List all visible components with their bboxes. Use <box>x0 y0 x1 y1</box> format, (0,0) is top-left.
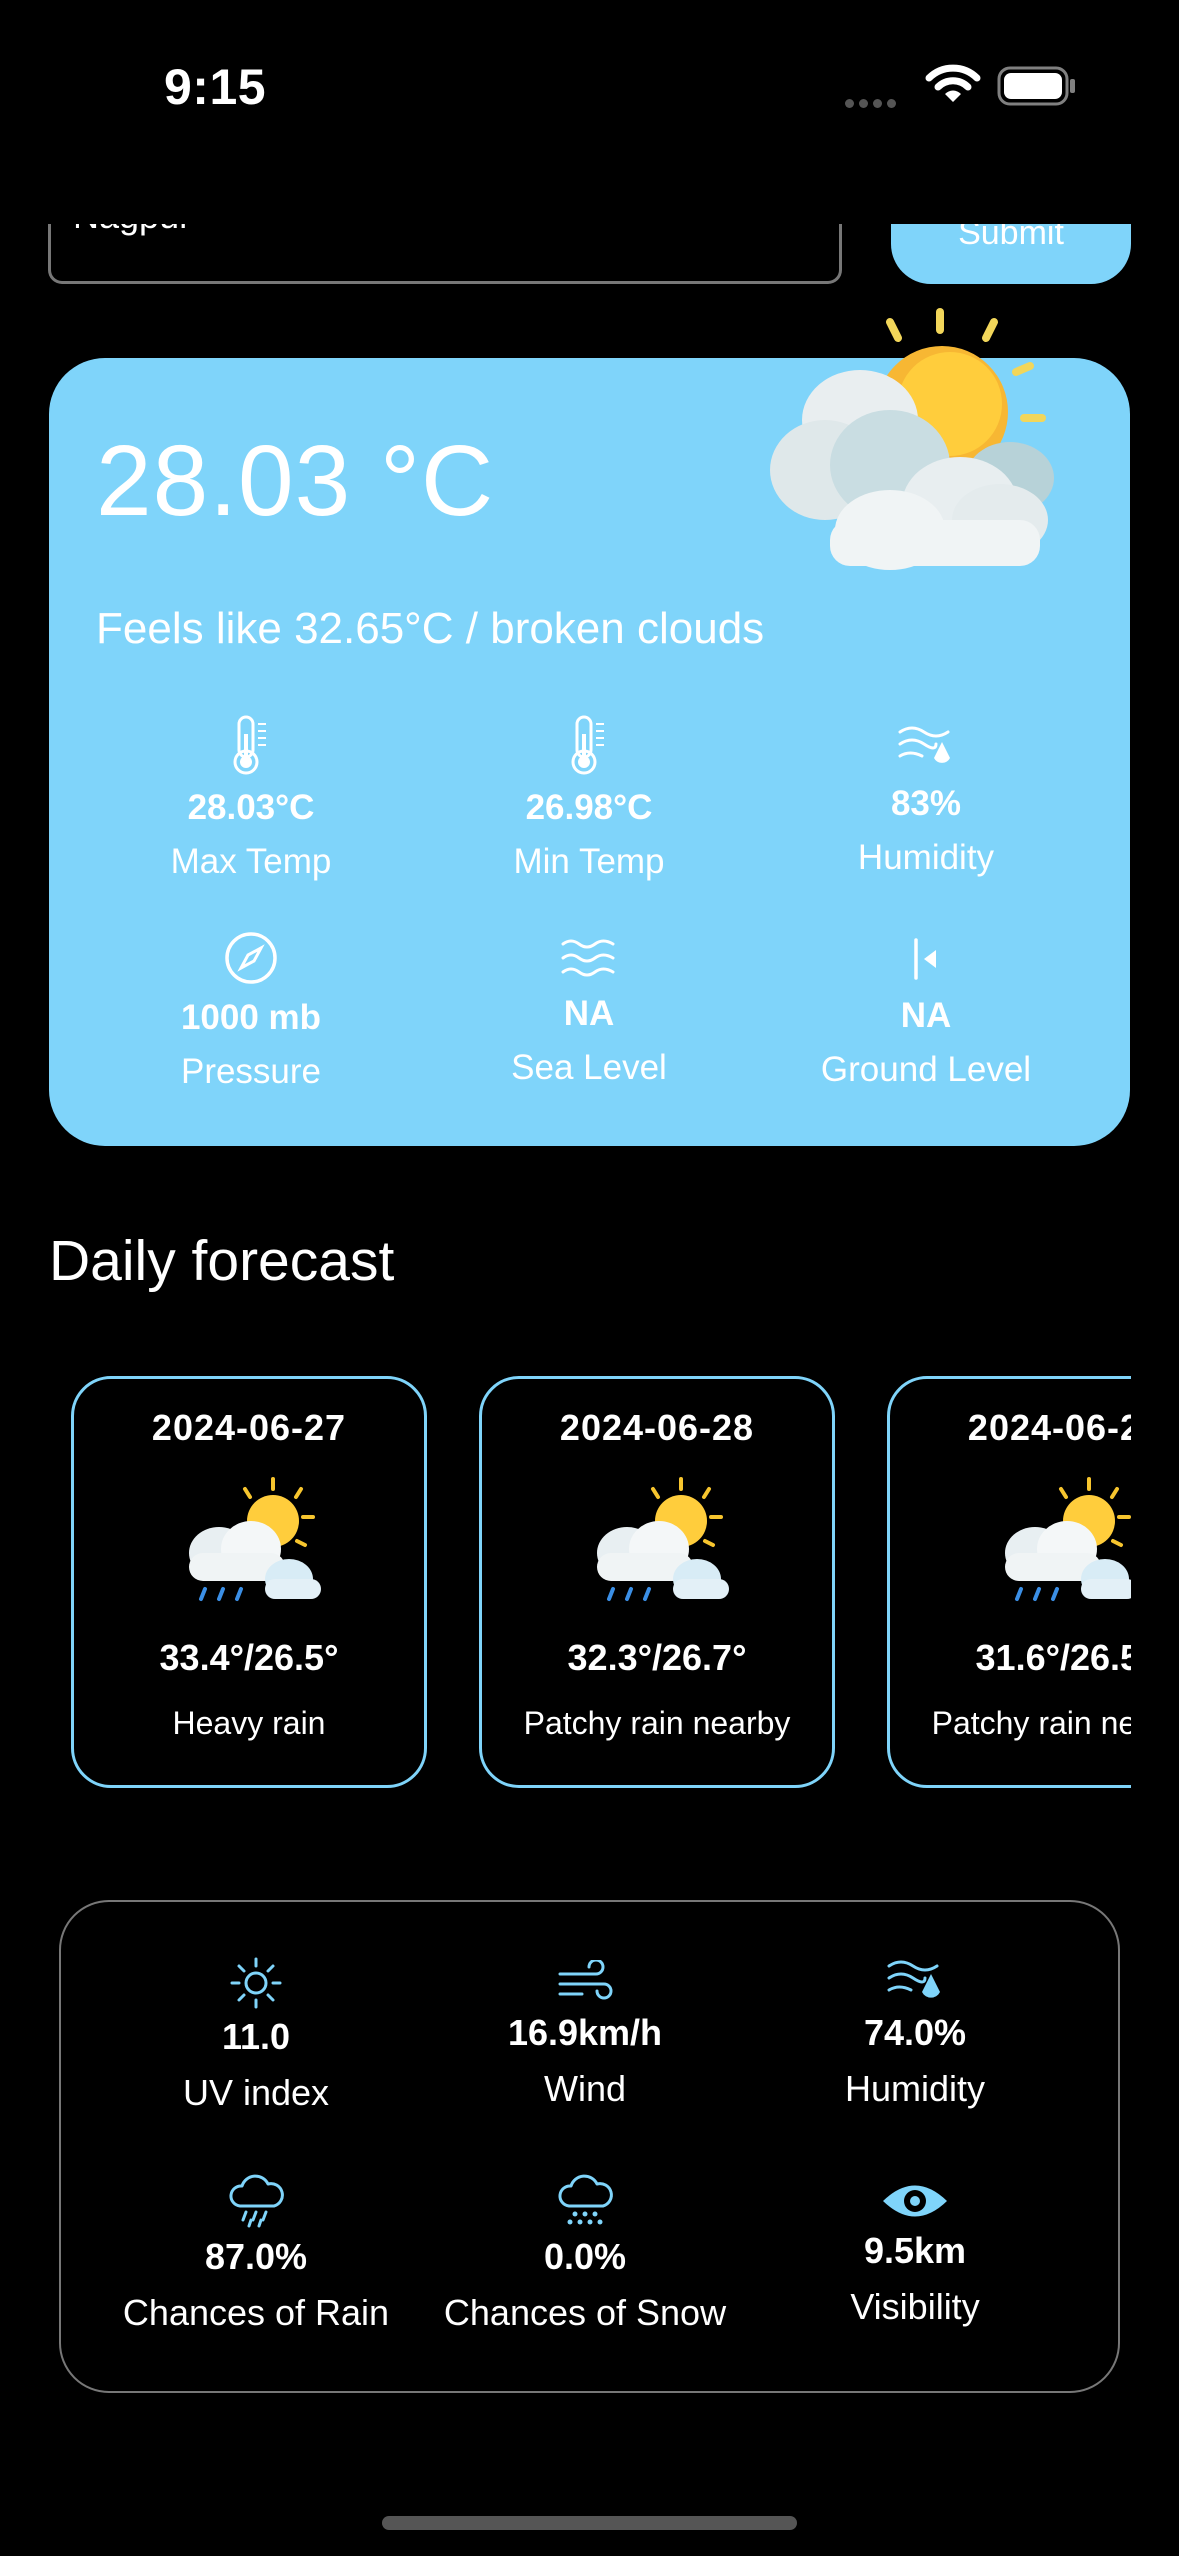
pressure-value: 1000 mb <box>180 998 322 1037</box>
pressure-label: Pressure <box>180 1052 322 1091</box>
visibility-label: Visibility <box>850 2286 980 2327</box>
humidity-label: Humidity <box>857 838 995 877</box>
chances-of-snow-detail: 0.0% Chances of Snow <box>420 2170 750 2334</box>
eye-icon <box>750 2164 1080 2224</box>
chances-of-snow-label: Chances of Snow <box>443 2292 727 2333</box>
ground-level-value: NA <box>900 996 952 1035</box>
forecast-date: 2024-06-29 <box>967 1407 1131 1448</box>
forecast-date: 2024-06-27 <box>151 1407 347 1448</box>
humidity-value: 83% <box>890 784 962 823</box>
max-temp-value: 28.03°C <box>187 788 315 827</box>
ground-level-metric: NA Ground Level <box>766 918 1086 1090</box>
forecast-card[interactable]: 2024-06-29 31.6°/26.5° Patchy rain nearb… <box>887 1376 1131 1788</box>
daily-forecast-heading: Daily forecast <box>49 1229 395 1293</box>
humidity-detail: 74.0% Humidity <box>750 1946 1080 2110</box>
sea-level-metric: NA Sea Level <box>429 916 749 1088</box>
wind-label: Wind <box>543 2068 627 2109</box>
home-indicator[interactable] <box>382 2516 797 2530</box>
humidity-icon <box>750 1946 1080 2006</box>
humidity-metric: 83% Humidity <box>766 706 1086 878</box>
partly-cloudy-sun-icon <box>750 300 1070 580</box>
rain-cloud-icon <box>91 2170 421 2230</box>
current-temperature: 28.03 °C <box>96 425 495 537</box>
forecast-temps: 32.3°/26.7° <box>567 1637 747 1678</box>
battery-icon <box>997 66 1077 106</box>
min-temp-value: 26.98°C <box>525 788 653 827</box>
snow-cloud-icon <box>420 2170 750 2230</box>
cellular-signal-icon <box>845 95 905 108</box>
max-temp-label: Max Temp <box>170 842 332 881</box>
sea-level-value: NA <box>563 994 615 1033</box>
wind-value: 16.9km/h <box>507 2012 663 2053</box>
ground-level-icon <box>766 918 1086 984</box>
min-temp-metric: 26.98°C Min Temp <box>429 710 749 882</box>
feels-like-text: Feels like 32.65°C / broken clouds <box>96 604 765 653</box>
forecast-date: 2024-06-28 <box>559 1407 755 1448</box>
forecast-card[interactable]: 2024-06-27 33.4°/26.5° Heavy rain <box>71 1376 427 1788</box>
thermometer-icon <box>91 710 411 776</box>
forecast-card[interactable]: 2024-06-28 32.3°/26.7° Patchy rain nearb… <box>479 1376 835 1788</box>
rain-sun-cloud-icon <box>169 1475 329 1615</box>
forecast-carousel[interactable]: 2024-06-27 33.4°/26.5° Heavy rain 2024-0… <box>49 1372 1131 1800</box>
uv-index-label: UV index <box>182 2072 330 2113</box>
visibility-detail: 9.5km Visibility <box>750 2164 1080 2328</box>
forecast-temps: 31.6°/26.5° <box>975 1637 1131 1678</box>
weather-details-card: 11.0 UV index 16.9km/h Wind 74.0% Humidi… <box>59 1900 1120 2393</box>
compass-icon <box>91 920 411 986</box>
wifi-icon <box>925 62 981 111</box>
humidity-icon <box>766 706 1086 772</box>
sea-level-label: Sea Level <box>511 1048 667 1087</box>
wind-icon <box>420 1946 750 2006</box>
humidity-label: Humidity <box>844 2068 986 2109</box>
visibility-value: 9.5km <box>863 2230 967 2271</box>
status-time: 9:15 <box>164 59 267 115</box>
forecast-temps: 33.4°/26.5° <box>159 1637 339 1678</box>
waves-icon <box>429 916 749 982</box>
forecast-condition: Patchy rain nearby <box>931 1705 1131 1741</box>
wind-detail: 16.9km/h Wind <box>420 1946 750 2110</box>
forecast-condition: Heavy rain <box>172 1705 326 1741</box>
rain-sun-cloud-icon <box>985 1475 1131 1615</box>
min-temp-label: Min Temp <box>513 842 665 881</box>
uv-index-detail: 11.0 UV index <box>91 1950 421 2114</box>
sun-icon <box>91 1950 421 2010</box>
forecast-condition: Patchy rain nearby <box>523 1705 791 1741</box>
chances-of-rain-detail: 87.0% Chances of Rain <box>91 2170 421 2334</box>
thermometer-icon <box>429 710 749 776</box>
ground-level-label: Ground Level <box>820 1050 1032 1089</box>
chances-of-rain-label: Chances of Rain <box>122 2292 390 2333</box>
pressure-metric: 1000 mb Pressure <box>91 920 411 1092</box>
rain-sun-cloud-icon <box>577 1475 737 1615</box>
humidity-value: 74.0% <box>863 2012 967 2053</box>
uv-index-value: 11.0 <box>221 2016 291 2057</box>
max-temp-metric: 28.03°C Max Temp <box>91 710 411 882</box>
chances-of-rain-value: 87.0% <box>204 2236 308 2277</box>
chances-of-snow-value: 0.0% <box>543 2236 627 2277</box>
